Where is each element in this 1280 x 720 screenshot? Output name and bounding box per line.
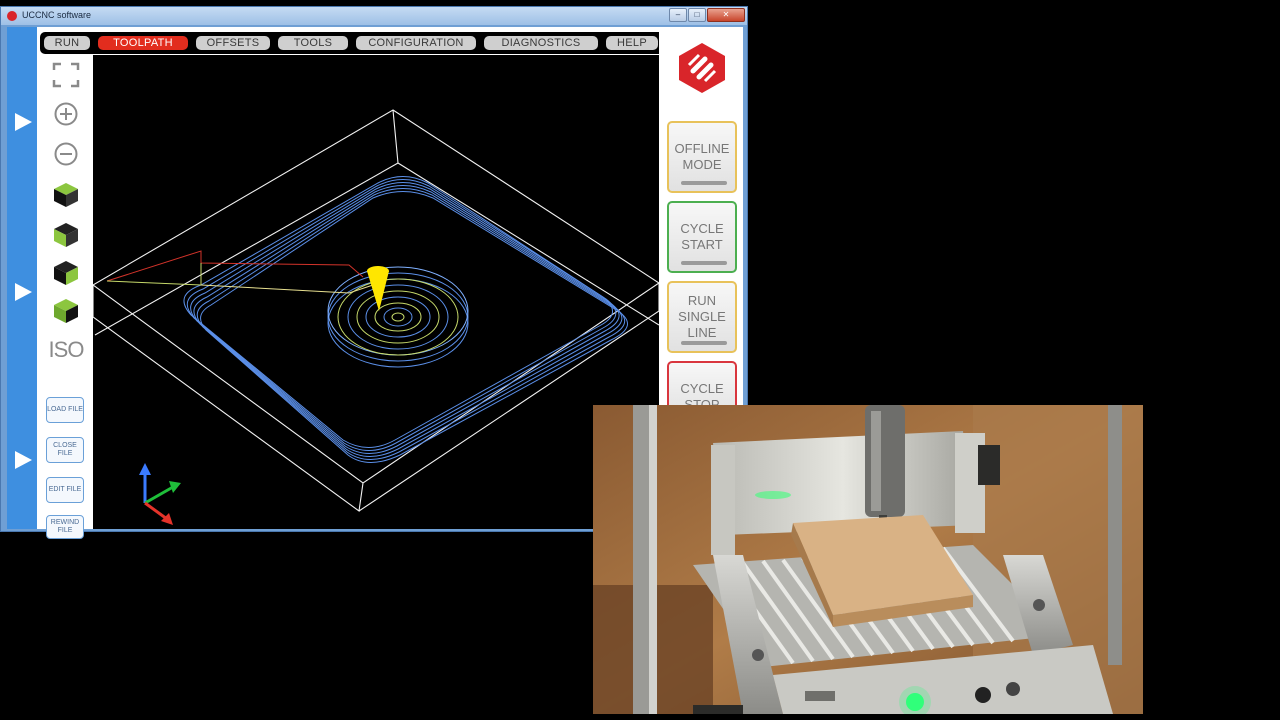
button-indicator bbox=[681, 181, 727, 185]
tool-marker-top bbox=[367, 266, 389, 276]
load-file-button[interactable]: LOAD FILE bbox=[46, 397, 84, 423]
cnc-machine-photo bbox=[593, 405, 1143, 714]
view-top-icon[interactable] bbox=[48, 179, 84, 211]
view-front-icon[interactable] bbox=[48, 219, 84, 251]
view-iso-icon[interactable] bbox=[48, 295, 84, 327]
screen: UCCNC software – □ ✕ RUN TOOLPATH OFFSET… bbox=[0, 0, 1280, 720]
iso-view-label[interactable]: ISO bbox=[48, 335, 85, 365]
app-logo-icon bbox=[7, 11, 17, 21]
zoom-out-icon[interactable] bbox=[48, 139, 84, 169]
tab-configuration[interactable]: CONFIGURATION bbox=[356, 36, 476, 50]
tab-offsets[interactable]: OFFSETS bbox=[196, 36, 270, 50]
cycle-start-line1: CYCLE bbox=[680, 221, 724, 236]
tab-run[interactable]: RUN bbox=[44, 36, 90, 50]
offline-mode-line2: MODE bbox=[682, 157, 722, 172]
tab-tools[interactable]: TOOLS bbox=[278, 36, 348, 50]
page-arrow-icon[interactable] bbox=[15, 451, 32, 469]
tab-diagnostics[interactable]: DIAGNOSTICS bbox=[484, 36, 598, 50]
uccnc-logo-icon bbox=[675, 41, 729, 95]
run-single-line-line1: RUN bbox=[687, 293, 717, 308]
cycle-stop-line1: CYCLE bbox=[680, 381, 724, 396]
view-side-icon[interactable] bbox=[48, 257, 84, 289]
tab-help[interactable]: HELP bbox=[606, 36, 658, 50]
button-indicator bbox=[681, 341, 727, 345]
run-single-line-line3: LINE bbox=[687, 325, 717, 340]
stock-box bbox=[93, 109, 659, 512]
run-single-line-button[interactable]: RUN SINGLE LINE bbox=[667, 281, 737, 353]
cycle-start-line2: START bbox=[681, 237, 723, 252]
page-arrow-icon[interactable] bbox=[15, 113, 32, 131]
rewind-file-button[interactable]: REWIND FILE bbox=[46, 515, 84, 539]
title-bar[interactable]: UCCNC software – □ ✕ bbox=[1, 7, 747, 25]
fullscreen-icon[interactable] bbox=[48, 61, 84, 89]
machine-camera-view bbox=[593, 405, 1143, 714]
toolpath-viewport[interactable] bbox=[93, 55, 659, 529]
view-toolbar: ISO LOAD FILE CLOSE FILE EDIT FILE REWIN… bbox=[40, 55, 92, 539]
close-button[interactable]: ✕ bbox=[707, 8, 745, 22]
run-single-line-line2: SINGLE bbox=[678, 309, 726, 324]
maximize-button[interactable]: □ bbox=[688, 8, 706, 22]
main-menu: RUN TOOLPATH OFFSETS TOOLS CONFIGURATION… bbox=[40, 32, 664, 54]
zoom-in-icon[interactable] bbox=[48, 99, 84, 129]
minimize-button[interactable]: – bbox=[669, 8, 687, 22]
window-title: UCCNC software bbox=[22, 10, 92, 20]
axis-indicator bbox=[139, 463, 181, 525]
left-nav-strip bbox=[7, 27, 37, 529]
edit-file-button[interactable]: EDIT FILE bbox=[46, 477, 84, 503]
spiral-toolpath bbox=[327, 266, 469, 368]
tab-toolpath[interactable]: TOOLPATH bbox=[98, 36, 188, 50]
close-file-button[interactable]: CLOSE FILE bbox=[46, 437, 84, 463]
cycle-start-button[interactable]: CYCLE START bbox=[667, 201, 737, 273]
page-arrow-icon[interactable] bbox=[15, 283, 32, 301]
button-indicator bbox=[681, 261, 727, 265]
offline-mode-button[interactable]: OFFLINE MODE bbox=[667, 121, 737, 193]
offline-mode-line1: OFFLINE bbox=[674, 141, 730, 156]
toolpath-3d-view bbox=[93, 109, 659, 525]
